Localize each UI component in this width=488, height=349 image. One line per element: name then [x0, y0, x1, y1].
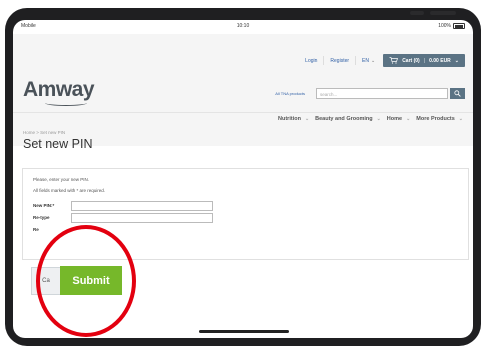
- home-indicator[interactable]: [199, 330, 289, 333]
- new-pin-label: New PIN:*: [33, 203, 55, 208]
- divider: [355, 56, 357, 65]
- page-title: Set new PIN: [23, 137, 93, 151]
- cart-amount: 0.00 EUR: [429, 57, 451, 64]
- cart-label: Cart (0): [402, 57, 420, 64]
- menu-item-more-products[interactable]: More Products: [416, 116, 455, 122]
- chevron-down-icon: ⌄: [376, 116, 381, 122]
- screen: Mobile 10:10 100% Login Register EN ⌄ Ca…: [13, 20, 473, 338]
- search-button[interactable]: [450, 88, 465, 99]
- battery-percent: 100%: [438, 23, 451, 29]
- chevron-down-icon: ⌄: [406, 116, 411, 122]
- login-link[interactable]: Login: [305, 58, 317, 64]
- chevron-down-icon: ⌄: [304, 116, 310, 122]
- language-label: EN: [362, 57, 369, 64]
- menu-item-home[interactable]: Home: [387, 116, 402, 122]
- chevron-down-icon: ⌄: [370, 57, 376, 64]
- logo-swoosh: [45, 100, 87, 106]
- divider: [323, 56, 325, 65]
- search-input[interactable]: search...: [316, 88, 448, 99]
- search-icon: [454, 90, 461, 97]
- clock: 10:10: [236, 23, 250, 29]
- menu-item-nutrition[interactable]: Nutrition: [278, 116, 301, 122]
- divider: [13, 112, 473, 113]
- register-link[interactable]: Register: [330, 58, 349, 64]
- new-pin-input[interactable]: [71, 201, 213, 211]
- battery-level: [454, 24, 463, 28]
- main-menu: Nutrition ⌄ Beauty and Grooming ⌄ Home ⌄ Mo…: [278, 116, 465, 122]
- hardware-button: [410, 11, 424, 15]
- chevron-down-icon: ⌄: [458, 116, 463, 122]
- status-bar: Mobile 10:10 100%: [13, 20, 473, 32]
- retype-pin-input[interactable]: [71, 213, 213, 223]
- top-links: Login Register EN ⌄ Cart (0) | 0.00 EUR …: [305, 54, 465, 67]
- tna-products-link[interactable]: All TNA products: [275, 91, 305, 96]
- menu-item-beauty[interactable]: Beauty and Grooming: [315, 116, 372, 122]
- cart-icon: [389, 57, 399, 64]
- chevron-down-icon: ⌄: [454, 57, 459, 64]
- battery-indicator: 100%: [438, 23, 465, 29]
- amway-logo[interactable]: Amway: [23, 78, 95, 102]
- divider: |: [423, 57, 426, 64]
- hardware-button: [430, 11, 456, 15]
- instruction-text: Please, enter your new PIN.: [33, 177, 90, 182]
- breadcrumb[interactable]: Home > Set new PIN: [23, 130, 65, 135]
- battery-icon: [453, 23, 465, 29]
- language-selector[interactable]: EN ⌄: [362, 58, 375, 64]
- cart-button[interactable]: Cart (0) | 0.00 EUR ⌄: [383, 54, 465, 67]
- retype-pin-label: Re-type: [33, 215, 50, 220]
- field-label-partial: Re: [33, 227, 39, 232]
- required-note: All fields marked with * are required.: [33, 188, 106, 193]
- annotation-circle: [36, 225, 136, 337]
